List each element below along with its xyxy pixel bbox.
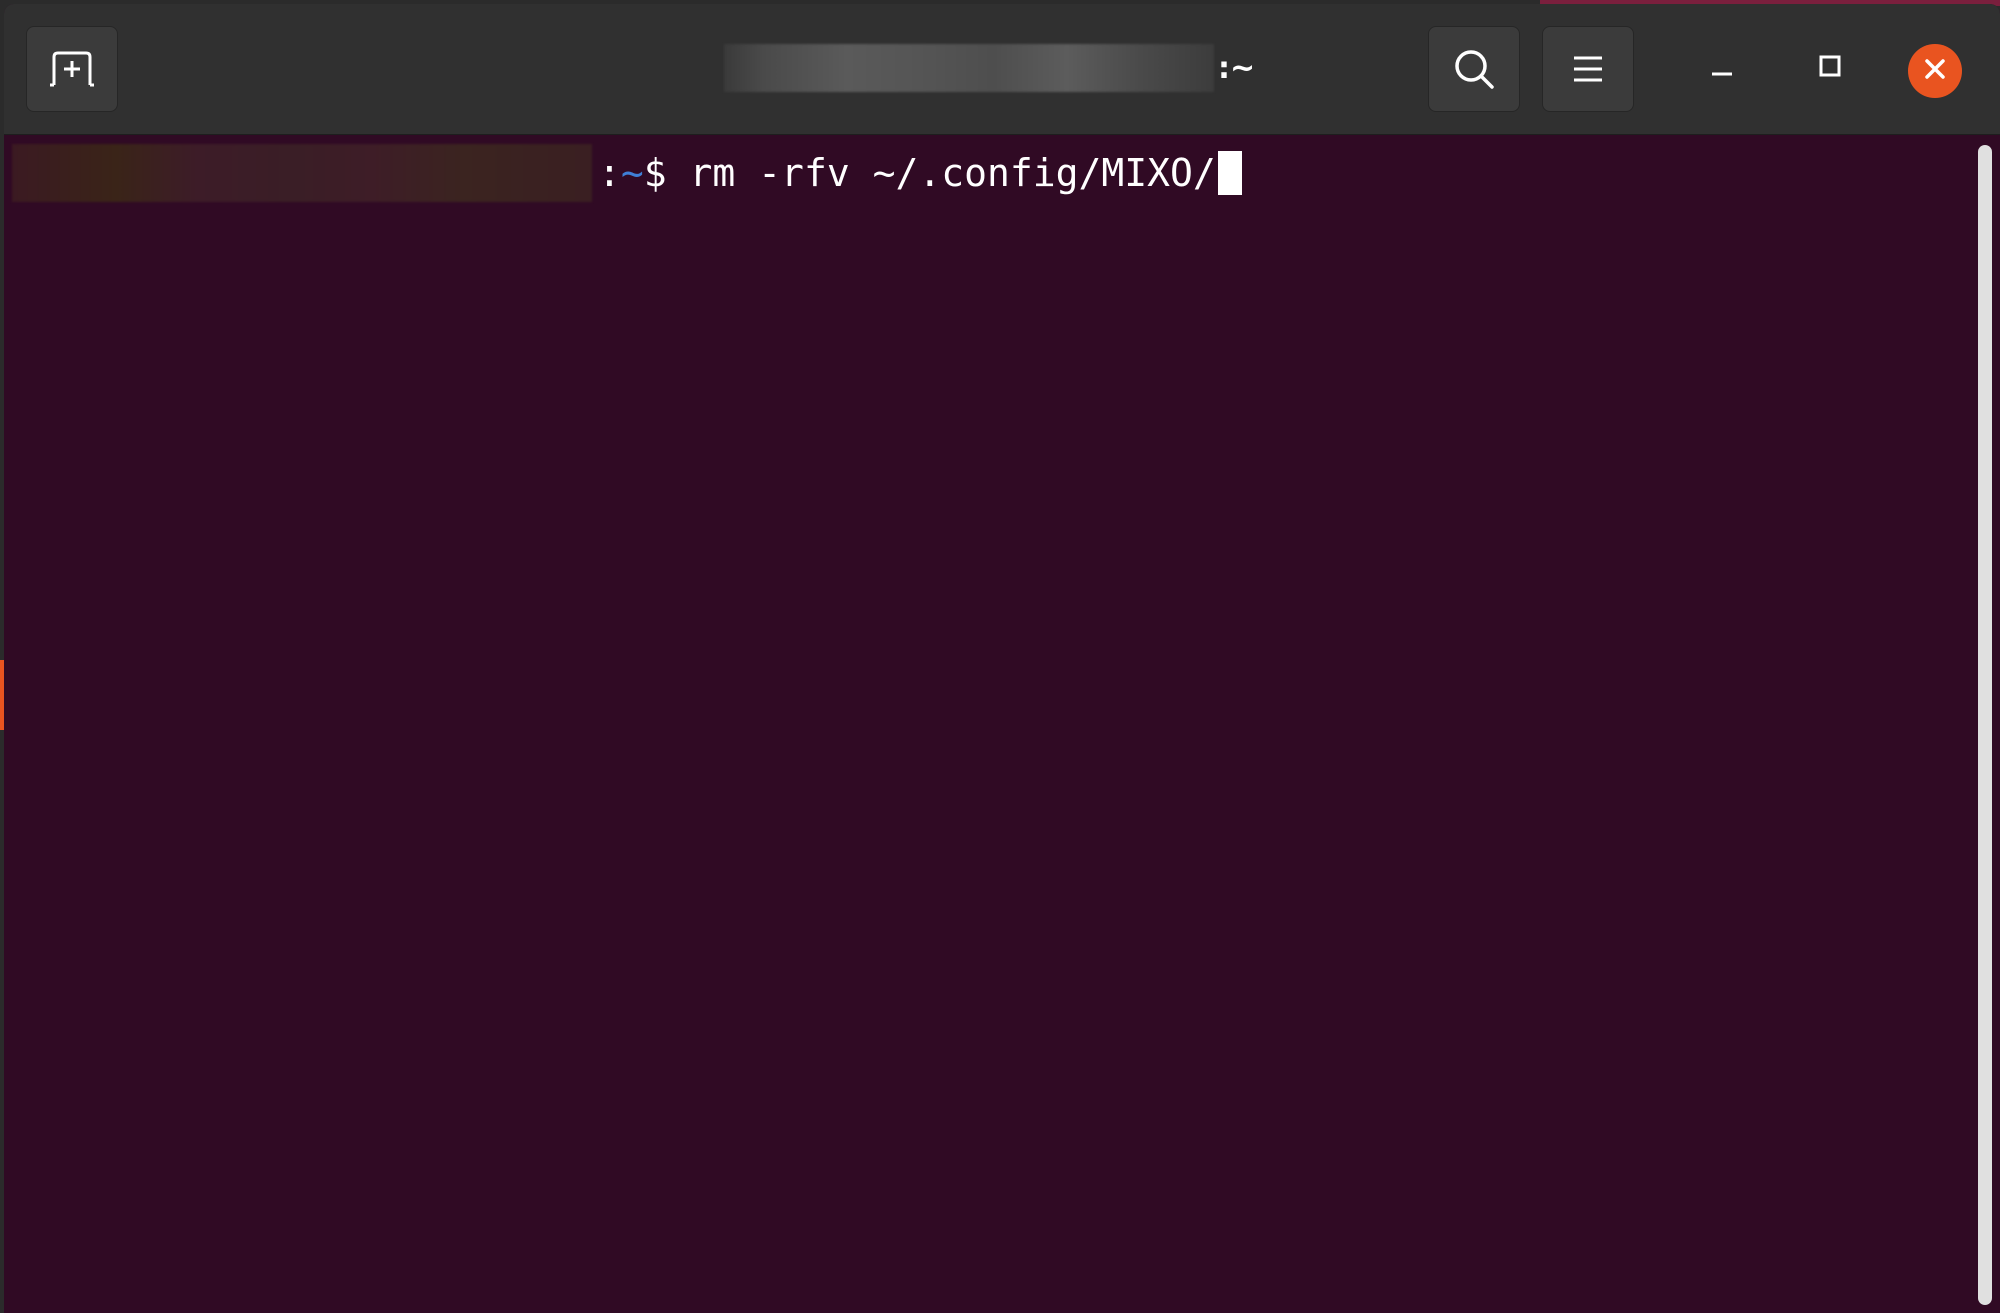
terminal-area[interactable]: : ~ $ rm -rfv ~/.config/MIXO/ [4,135,2000,1313]
minimize-icon [1708,52,1736,84]
close-button[interactable] [1908,44,1962,98]
new-tab-icon [50,51,94,87]
window-title: :~ [724,30,1255,106]
prompt-symbol: $ [643,151,667,195]
window-title-suffix: :~ [1218,50,1256,86]
redacted-user-host [12,144,592,202]
minimize-button[interactable] [1692,38,1752,98]
window-titlebar[interactable]: :~ [4,4,2000,135]
search-button[interactable] [1428,26,1520,112]
redacted-hostname [724,44,1214,92]
search-icon [1452,47,1496,91]
typed-command: rm -rfv ~/.config/MIXO/ [666,151,1216,195]
prompt-path: ~ [620,151,644,195]
command-line: : ~ $ rm -rfv ~/.config/MIXO/ [12,143,1242,203]
new-tab-button[interactable] [26,26,118,112]
close-icon [1922,56,1948,86]
maximize-icon [1816,52,1844,84]
hamburger-menu-icon [1571,54,1605,84]
scrollbar[interactable] [1978,145,1992,1305]
terminal-window: :~: ~ $ rm -rfv ~/.config/MIXO/ [4,4,2000,1313]
prompt-colon: : [598,151,621,195]
text-cursor [1217,151,1242,195]
menu-button[interactable] [1542,26,1634,112]
maximize-button[interactable] [1800,38,1860,98]
